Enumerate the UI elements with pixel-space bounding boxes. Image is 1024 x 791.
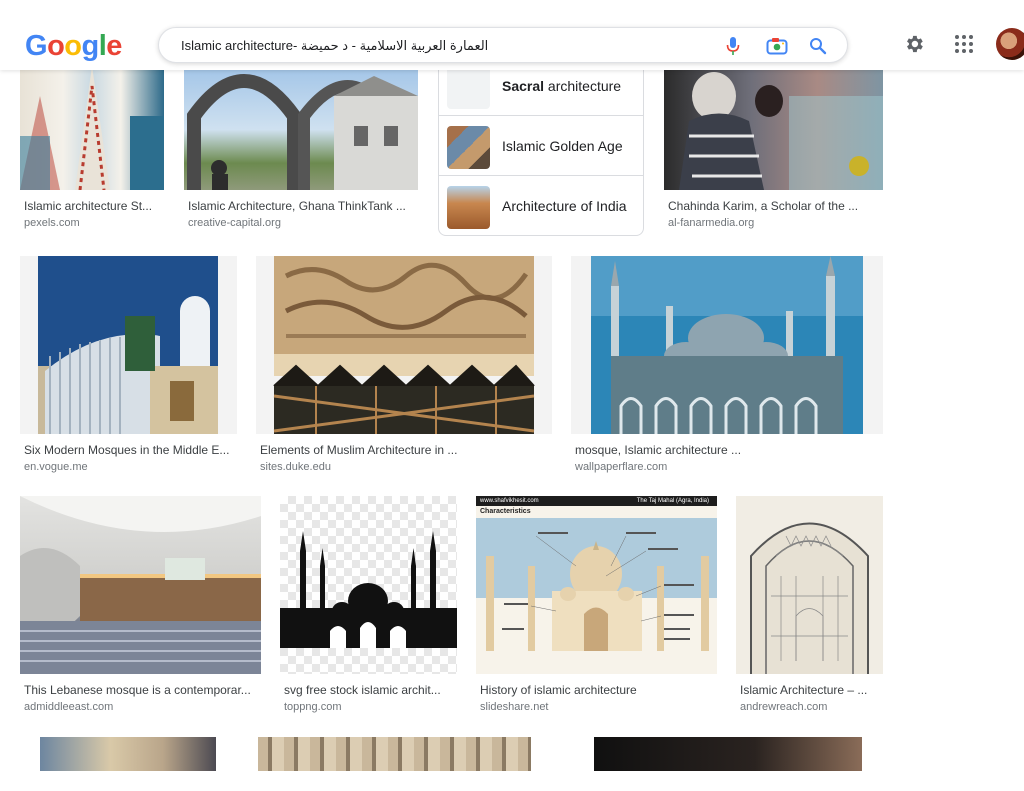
result-caption[interactable]: Elements of Muslim Architecture in ...: [260, 443, 548, 457]
result-source[interactable]: wallpaperflare.com: [575, 461, 667, 473]
image-result[interactable]: Islamic Architecture – ... andrewreach.c…: [736, 496, 883, 718]
taj-mahal-diagram-image: [476, 518, 717, 651]
related-label: Architecture of India: [502, 198, 627, 214]
related-thumbnail: [447, 126, 490, 169]
avatar[interactable]: [996, 28, 1024, 60]
result-source[interactable]: al-fanarmedia.org: [668, 217, 754, 229]
camera-icon[interactable]: [765, 34, 789, 58]
gear-icon[interactable]: [901, 31, 927, 57]
image-result[interactable]: Six Modern Mosques in the Middle E... en…: [20, 256, 237, 478]
result-thumbnail[interactable]: [664, 56, 883, 190]
search-input[interactable]: Islamic architecture- العمارة العربية ال…: [181, 38, 488, 54]
google-logo[interactable]: Google: [25, 30, 122, 63]
result-source[interactable]: admiddleeast.com: [24, 701, 113, 713]
result-thumbnail[interactable]: [571, 256, 883, 434]
image-result[interactable]: This Lebanese mosque is a contemporar...…: [20, 496, 261, 718]
result-source[interactable]: sites.duke.edu: [260, 461, 331, 473]
related-search-architecture-of-india[interactable]: Architecture of India: [439, 177, 643, 235]
mosque-interior-image: [20, 66, 164, 190]
result-thumbnail[interactable]: [256, 256, 552, 434]
result-source[interactable]: pexels.com: [24, 217, 80, 229]
related-searches-card: Sacral architecture Islamic Golden Age A…: [438, 56, 644, 236]
result-caption[interactable]: Islamic Architecture – ...: [740, 683, 879, 697]
result-caption[interactable]: Islamic Architecture, Ghana ThinkTank ..…: [188, 199, 414, 213]
related-label: Sacral architecture: [502, 78, 622, 94]
related-thumbnail: [447, 186, 490, 229]
apps-icon[interactable]: [951, 31, 977, 57]
result-caption[interactable]: History of islamic architecture: [480, 683, 713, 697]
blue-mosque-image: [591, 256, 863, 434]
page-bottom-edge: [0, 771, 1024, 791]
result-caption[interactable]: mosque, Islamic architecture ...: [575, 443, 879, 457]
arches-structure-image: [187, 74, 418, 190]
arch-sketch-image: [750, 522, 869, 674]
result-caption[interactable]: This Lebanese mosque is a contemporar...: [24, 683, 257, 697]
result-thumbnail[interactable]: [20, 56, 164, 190]
result-source[interactable]: en.vogue.me: [24, 461, 88, 473]
result-thumbnail[interactable]: [280, 496, 457, 674]
result-thumbnail[interactable]: [20, 496, 261, 674]
result-caption[interactable]: svg free stock islamic archit...: [284, 683, 453, 697]
image-result[interactable]: Elements of Muslim Architecture in ... s…: [256, 256, 552, 478]
image-result[interactable]: www.shafvikhesit.com The Taj Mahal (Agra…: [476, 496, 717, 718]
result-source[interactable]: slideshare.net: [480, 701, 549, 713]
related-thumbnail: [447, 66, 490, 109]
search-box[interactable]: Islamic architecture- العمارة العربية ال…: [158, 27, 848, 63]
result-thumbnail[interactable]: [184, 56, 418, 190]
result-thumbnail[interactable]: [736, 496, 883, 674]
search-icon[interactable]: [806, 34, 830, 58]
result-source[interactable]: creative-capital.org: [188, 217, 281, 229]
result-thumbnail[interactable]: [20, 256, 237, 434]
image-result[interactable]: mosque, Islamic architecture ... wallpap…: [571, 256, 883, 478]
result-caption[interactable]: Six Modern Mosques in the Middle E...: [24, 443, 233, 457]
calligraphy-tilework-image: [273, 256, 535, 434]
result-caption[interactable]: Chahinda Karim, a Scholar of the ...: [668, 199, 879, 213]
related-label: Islamic Golden Age: [502, 138, 623, 154]
result-source[interactable]: andrewreach.com: [740, 701, 827, 713]
mosque-interior-vault-image: [20, 496, 261, 674]
mic-icon[interactable]: [721, 34, 745, 58]
modern-mosque-image: [38, 256, 218, 434]
result-caption[interactable]: Islamic architecture St...: [24, 199, 160, 213]
image-result[interactable]: Chahinda Karim, a Scholar of the ... al-…: [664, 56, 883, 236]
image-result[interactable]: svg free stock islamic archit... toppng.…: [280, 496, 457, 718]
mosque-silhouette-image: [280, 531, 457, 648]
people-exhibit-image: [679, 72, 883, 190]
related-search-islamic-golden-age[interactable]: Islamic Golden Age: [439, 117, 643, 176]
image-result[interactable]: Islamic Architecture, Ghana ThinkTank ..…: [184, 56, 418, 236]
result-thumbnail[interactable]: www.shafvikhesit.com The Taj Mahal (Agra…: [476, 496, 717, 674]
image-result[interactable]: Islamic architecture St... pexels.com: [20, 56, 164, 236]
top-header: Google Islamic architecture- العمارة الع…: [0, 0, 1024, 70]
result-source[interactable]: toppng.com: [284, 701, 341, 713]
